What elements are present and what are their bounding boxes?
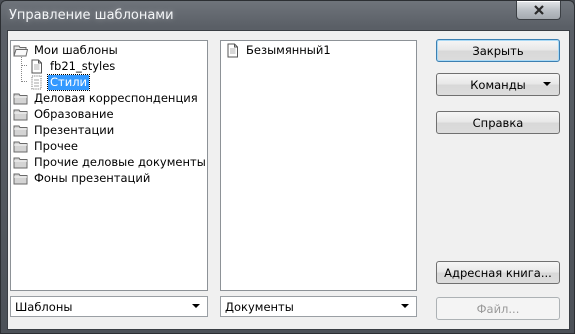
tree-item-label: fb21_styles	[50, 58, 116, 73]
help-button[interactable]: Справка	[436, 111, 560, 134]
tree-item-presentation-backgrounds[interactable]: Фоны презентаций	[13, 170, 152, 186]
tree-item-label: Прочие деловые документы	[34, 154, 206, 169]
dropdown-arrow-icon	[192, 304, 200, 308]
close-button[interactable]: Закрыть	[436, 39, 560, 62]
chevron-down-icon	[543, 82, 551, 86]
dialog-body: Мои шаблоны fb21_styles Стили Деловая ко…	[7, 30, 570, 330]
template-categories-tree[interactable]: Мои шаблоны fb21_styles Стили Деловая ко…	[10, 40, 208, 291]
document-icon	[31, 59, 42, 73]
window-title: Управление шаблонами	[9, 8, 174, 23]
templates-combo[interactable]: Шаблоны	[10, 296, 208, 317]
tree-item-label: Прочее	[34, 138, 78, 153]
tree-item-label: Фоны презентаций	[34, 170, 151, 185]
documents-list[interactable]: Безымянный1	[220, 40, 417, 291]
tree-item-presentations[interactable]: Презентации	[13, 122, 116, 138]
folder-icon	[13, 141, 28, 152]
window-close-button[interactable]	[516, 1, 561, 20]
tree-item-other-business-docs[interactable]: Прочие деловые документы	[13, 154, 208, 170]
style-document-icon	[31, 75, 42, 89]
documents-combo[interactable]: Документы	[220, 296, 417, 317]
tree-item-label: Мои шаблоны	[34, 42, 118, 57]
folder-open-icon	[13, 45, 28, 56]
tree-item-fb21-styles[interactable]: fb21_styles	[29, 58, 117, 74]
folder-icon	[13, 157, 28, 168]
tree-item-label: Деловая корреспонденция	[34, 90, 198, 105]
tree-item-business-correspondence[interactable]: Деловая корреспонденция	[13, 90, 200, 106]
commands-button[interactable]: Команды	[436, 73, 560, 96]
close-icon	[533, 5, 544, 15]
template-management-dialog: Управление шаблонами Мои шаблоны fb21_st…	[0, 0, 575, 334]
templates-combo-value: Шаблоны	[15, 299, 73, 314]
list-item-untitled1[interactable]: Безымянный1	[225, 42, 333, 58]
folder-icon	[13, 125, 28, 136]
document-icon	[227, 43, 238, 57]
tree-item-other[interactable]: Прочее	[13, 138, 80, 154]
close-button-label: Закрыть	[472, 43, 524, 58]
commands-button-label: Команды	[470, 77, 526, 92]
tree-item-label: Стили	[46, 73, 91, 91]
list-item-label: Безымянный1	[246, 42, 331, 57]
tree-item-my-templates[interactable]: Мои шаблоны	[13, 42, 120, 58]
file-button-label: Файл...	[476, 301, 520, 316]
tree-item-styles[interactable]: Стили	[29, 73, 91, 91]
folder-icon	[13, 173, 28, 184]
folder-icon	[13, 93, 28, 104]
tree-item-label: Презентации	[34, 122, 115, 137]
documents-combo-value: Документы	[225, 299, 294, 314]
title-bar[interactable]: Управление шаблонами	[1, 1, 574, 31]
address-book-button[interactable]: Адресная книга...	[436, 261, 560, 284]
file-button[interactable]: Файл...	[436, 297, 560, 320]
tree-item-label: Образование	[34, 106, 114, 121]
tree-item-education[interactable]: Образование	[13, 106, 116, 122]
address-book-button-label: Адресная книга...	[444, 265, 552, 280]
folder-icon	[13, 109, 28, 120]
help-button-label: Справка	[472, 115, 524, 130]
dropdown-arrow-icon	[401, 304, 409, 308]
